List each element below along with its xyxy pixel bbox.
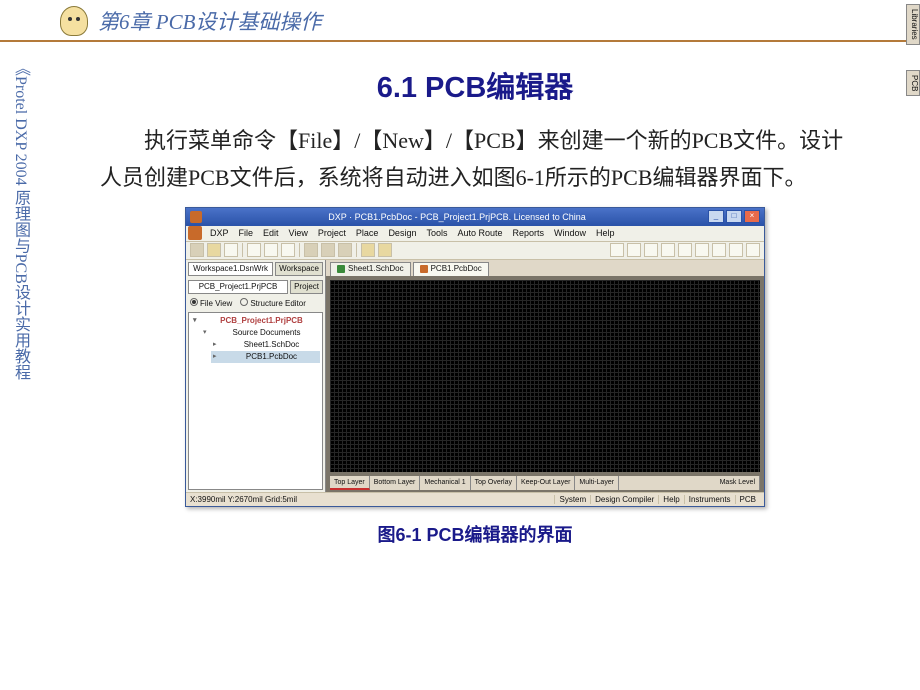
- statusbar: X:3990mil Y:2670mil Grid:5mil System Des…: [186, 492, 764, 506]
- menu-dxp[interactable]: DXP: [206, 228, 233, 238]
- section-paragraph: 执行菜单命令【File】/【New】/【PCB】来创建一个新的PCB文件。设计人…: [100, 122, 850, 197]
- tree-source-documents: Source Documents: [201, 327, 320, 339]
- tool-print-icon[interactable]: [247, 243, 261, 257]
- tool-zoom-icon[interactable]: [264, 243, 278, 257]
- menubar: DXP File Edit View Project Place Design …: [186, 226, 764, 242]
- tree-project-root: PCB_Project1.PrjPCB: [191, 315, 320, 327]
- tab-pcb1[interactable]: PCB1.PcbDoc: [413, 262, 489, 276]
- figure-6-1: DXP · PCB1.PcbDoc - PCB_Project1.PrjPCB.…: [100, 207, 850, 547]
- app-icon: [190, 211, 202, 223]
- pcb-canvas[interactable]: [330, 280, 760, 472]
- menu-help[interactable]: Help: [592, 228, 619, 238]
- status-system[interactable]: System: [554, 495, 590, 504]
- layer-mech1[interactable]: Mechanical 1: [420, 476, 470, 490]
- menu-reports[interactable]: Reports: [509, 228, 549, 238]
- tool-cut-icon[interactable]: [304, 243, 318, 257]
- maximize-button[interactable]: □: [726, 210, 742, 223]
- chapter-title: 第6章 PCB设计基础操作: [98, 6, 321, 36]
- status-pcb[interactable]: PCB: [735, 495, 760, 504]
- tool-place-fill-icon[interactable]: [678, 243, 692, 257]
- layer-multi[interactable]: Multi-Layer: [575, 476, 619, 490]
- tree-pcb1: PCB1.PcbDoc: [211, 351, 320, 363]
- status-help[interactable]: Help: [658, 495, 683, 504]
- tool-place-via-icon[interactable]: [644, 243, 658, 257]
- layer-keepout[interactable]: Keep-Out Layer: [517, 476, 575, 490]
- workspace-field[interactable]: Workspace1.DsnWrk: [188, 262, 273, 276]
- menu-view[interactable]: View: [285, 228, 312, 238]
- minimize-button[interactable]: _: [708, 210, 724, 223]
- tool-place-poly-icon[interactable]: [695, 243, 709, 257]
- menu-project[interactable]: Project: [314, 228, 350, 238]
- tool-undo-icon[interactable]: [361, 243, 375, 257]
- window-title: DXP · PCB1.PcbDoc - PCB_Project1.PrjPCB.…: [206, 212, 708, 222]
- editor-area: Sheet1.SchDoc PCB1.PcbDoc Top Layer Bott…: [326, 260, 764, 492]
- radio-structure-editor[interactable]: Structure Editor: [240, 298, 306, 308]
- layer-top[interactable]: Top Layer: [330, 476, 370, 490]
- pcb-icon: [420, 265, 428, 273]
- figure-caption: 图6-1 PCB编辑器的界面: [100, 521, 850, 547]
- section-title: 6.1 PCB编辑器: [100, 64, 850, 106]
- mask-level[interactable]: Mask Level: [716, 476, 760, 490]
- tab-sheet1[interactable]: Sheet1.SchDoc: [330, 262, 411, 276]
- menu-edit[interactable]: Edit: [259, 228, 283, 238]
- window-controls: _ □ ×: [708, 210, 760, 223]
- close-button[interactable]: ×: [744, 210, 760, 223]
- menu-design[interactable]: Design: [384, 228, 420, 238]
- tree-sheet1: Sheet1.SchDoc: [211, 339, 320, 351]
- toolbar-separator: [299, 243, 300, 257]
- chapter-header: 第6章 PCB设计基础操作: [0, 0, 920, 42]
- tool-open-icon[interactable]: [207, 243, 221, 257]
- tool-place-arc-icon[interactable]: [661, 243, 675, 257]
- tool-new-icon[interactable]: [190, 243, 204, 257]
- workspace-button[interactable]: Workspace: [275, 262, 323, 276]
- tool-save-icon[interactable]: [224, 243, 238, 257]
- tool-place-pad-icon[interactable]: [627, 243, 641, 257]
- menu-autoroute[interactable]: Auto Route: [453, 228, 506, 238]
- menu-window[interactable]: Window: [550, 228, 590, 238]
- radio-file-view[interactable]: File View: [190, 298, 232, 308]
- dxp-icon[interactable]: [188, 226, 202, 240]
- main-area: Workspace1.DsnWrk Workspace PCB_Project1…: [186, 260, 764, 492]
- book-title-vertical: 《Protel DXP 2004 原理图与PCB设计实用教程: [8, 60, 30, 640]
- toolbar: [186, 242, 764, 260]
- tool-redo-icon[interactable]: [378, 243, 392, 257]
- tool-place-dimension-icon[interactable]: [746, 243, 760, 257]
- tool-place-component-icon[interactable]: [729, 243, 743, 257]
- project-button[interactable]: Project: [290, 280, 323, 294]
- status-design-compiler[interactable]: Design Compiler: [590, 495, 658, 504]
- window-titlebar: DXP · PCB1.PcbDoc - PCB_Project1.PrjPCB.…: [186, 208, 764, 226]
- layer-bottom[interactable]: Bottom Layer: [370, 476, 421, 490]
- status-coordinates: X:3990mil Y:2670mil Grid:5mil: [190, 495, 297, 504]
- status-instruments[interactable]: Instruments: [684, 495, 735, 504]
- menu-file[interactable]: File: [235, 228, 258, 238]
- tool-copy-icon[interactable]: [321, 243, 335, 257]
- menu-tools[interactable]: Tools: [422, 228, 451, 238]
- menu-place[interactable]: Place: [352, 228, 383, 238]
- project-field[interactable]: PCB_Project1.PrjPCB: [188, 280, 288, 294]
- projects-panel: Workspace1.DsnWrk Workspace PCB_Project1…: [186, 260, 326, 492]
- layer-top-overlay[interactable]: Top Overlay: [471, 476, 517, 490]
- tool-place-string-icon[interactable]: [712, 243, 726, 257]
- main-content: 6.1 PCB编辑器 执行菜单命令【File】/【New】/【PCB】来创建一个…: [0, 42, 920, 547]
- app-window: DXP · PCB1.PcbDoc - PCB_Project1.PrjPCB.…: [185, 207, 765, 507]
- layer-tabs: Top Layer Bottom Layer Mechanical 1 Top …: [330, 476, 760, 490]
- tool-fit-icon[interactable]: [281, 243, 295, 257]
- tool-paste-icon[interactable]: [338, 243, 352, 257]
- toolbar-separator: [356, 243, 357, 257]
- pcb-grid: [330, 280, 760, 472]
- schematic-icon: [337, 265, 345, 273]
- mascot-icon: [60, 6, 88, 36]
- tool-place-track-icon[interactable]: [610, 243, 624, 257]
- project-tree[interactable]: PCB_Project1.PrjPCB Source Documents She…: [188, 312, 323, 490]
- document-tabs: Sheet1.SchDoc PCB1.PcbDoc: [326, 260, 764, 276]
- toolbar-separator: [242, 243, 243, 257]
